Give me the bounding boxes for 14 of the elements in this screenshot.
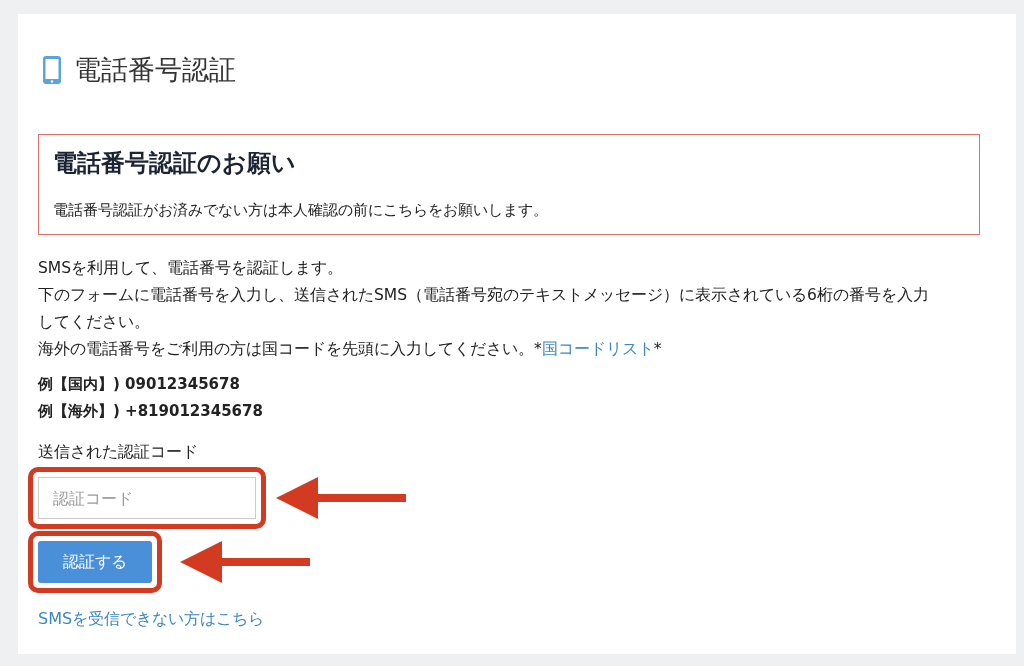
intro-text: 海外の電話番号をご利用の方は国コードを先頭に入力してください。*国コードリスト* bbox=[38, 339, 663, 360]
notice-heading: 電話番号認証のお願い bbox=[53, 148, 297, 179]
field-label: 送信された認証コード bbox=[38, 442, 199, 463]
page-title: 電話番号認証 bbox=[74, 53, 236, 87]
example-text: 例【海外】) +819012345678 bbox=[38, 401, 264, 422]
notice-text: 電話番号認証がお済みでない方は本人確認の前にこちらをお願いします。 bbox=[53, 201, 549, 220]
example-text: 例【国内】) 09012345678 bbox=[38, 374, 241, 395]
intro-text: 下のフォームに電話番号を入力し、送信されたSMS（電話番号宛のテキストメッセージ）に表示されている6桁の番号を入力してください。 bbox=[38, 285, 930, 333]
code-input-field[interactable]: 認証コード bbox=[38, 477, 256, 519]
smartphone-icon bbox=[42, 55, 62, 85]
intro-text: SMSを利用して、電話番号を認証します。 bbox=[38, 258, 345, 279]
help-link[interactable]: SMSを受信できない方はこちら bbox=[38, 609, 265, 630]
country-code-link[interactable]: 国コードリスト bbox=[541, 340, 654, 358]
submit-button[interactable]: 認証する bbox=[38, 541, 152, 583]
